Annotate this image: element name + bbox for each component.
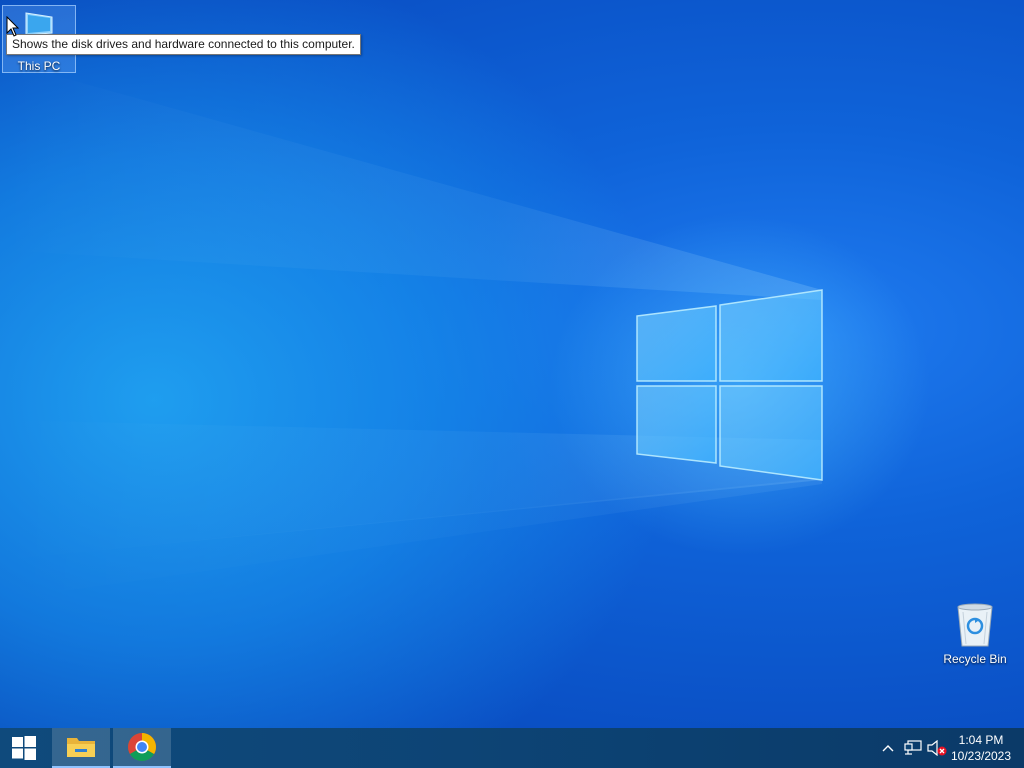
mouse-cursor-icon	[6, 16, 20, 37]
chrome-icon	[128, 733, 156, 761]
network-tray-button[interactable]	[902, 728, 924, 768]
desktop-icon-label: Recycle Bin	[943, 652, 1007, 666]
desktop-icon-recycle-bin[interactable]: Recycle Bin	[938, 600, 1012, 666]
clock-date: 10/23/2023	[950, 749, 1012, 763]
desktop-icon-label: This PC	[17, 59, 61, 73]
taskbar-google-chrome[interactable]	[113, 728, 171, 768]
clock-tray-button[interactable]: 1:04 PM 10/23/2023	[950, 728, 1012, 768]
tooltip: Shows the disk drives and hardware conne…	[6, 34, 361, 55]
taskbar: 1:04 PM 10/23/2023	[0, 728, 1024, 768]
windows-logo-icon	[12, 736, 36, 760]
chevron-up-icon	[882, 745, 894, 752]
volume-muted-icon	[927, 740, 947, 756]
start-button[interactable]	[0, 728, 48, 768]
clock-time: 1:04 PM	[958, 733, 1004, 747]
desktop[interactable]: This PC Shows the disk drives and hardwa…	[0, 0, 1024, 728]
recycle-bin-icon	[957, 603, 993, 647]
wallpaper-light-beams	[0, 60, 930, 600]
show-hidden-icons-button[interactable]	[878, 728, 898, 768]
taskbar-file-explorer[interactable]	[52, 728, 110, 768]
folder-icon	[67, 738, 95, 757]
network-icon	[904, 740, 922, 755]
volume-tray-button[interactable]	[926, 728, 948, 768]
